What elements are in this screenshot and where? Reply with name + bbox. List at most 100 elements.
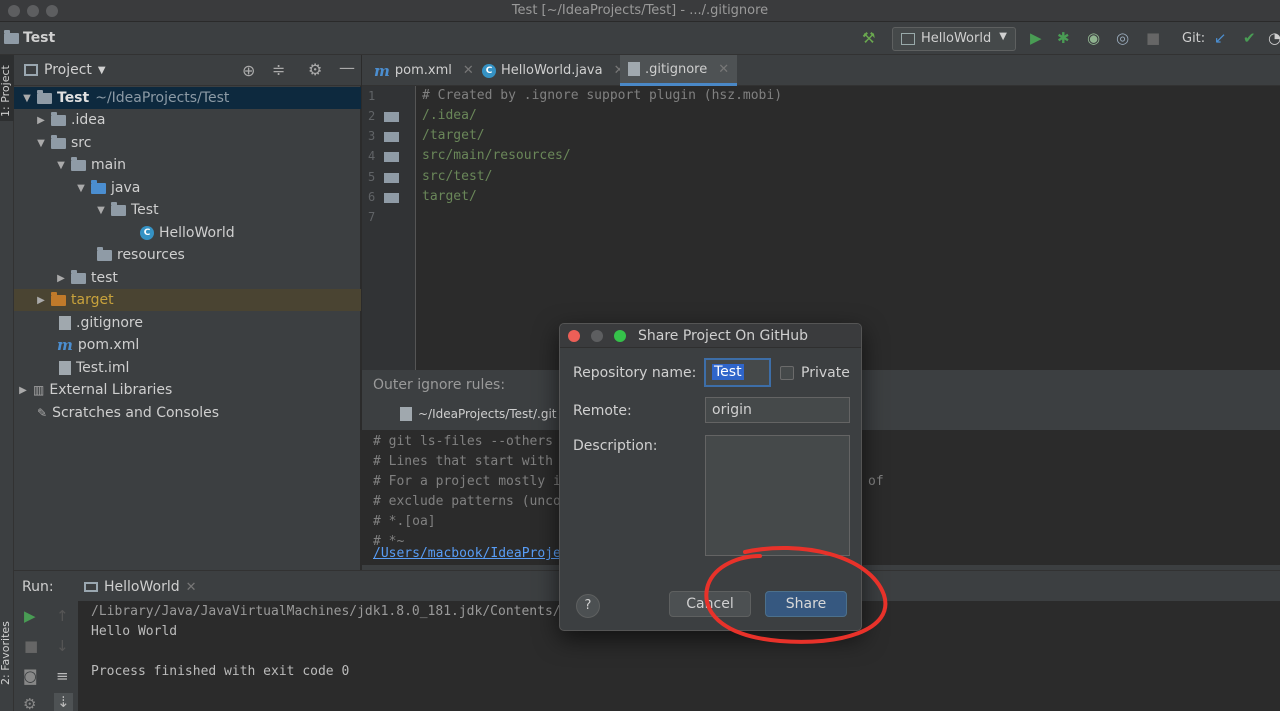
locate-target-icon[interactable]: ⊕: [242, 61, 255, 80]
arrow-up-icon[interactable]: ↑: [56, 607, 69, 625]
outer-ignore-file[interactable]: ~/IdeaProjects/Test/.git: [400, 407, 557, 421]
tree-item-label: main: [91, 157, 126, 173]
repository-name-label: Repository name:: [573, 365, 697, 381]
java-class-icon: C: [482, 63, 496, 78]
project-folder-icon: [4, 29, 19, 44]
stop-icon[interactable]: ■: [1146, 30, 1160, 46]
console-line: Process finished with exit code 0: [91, 664, 350, 679]
run-configuration-select[interactable]: HelloWorld ▼: [892, 27, 1016, 51]
editor-tabs: m pom.xml ✕ C HelloWorld.java ✕ .gitigno…: [362, 55, 1280, 86]
tree-item-resources[interactable]: resources: [14, 244, 361, 266]
arrow-down-icon[interactable]: ↓: [56, 637, 69, 655]
repository-name-input[interactable]: Test: [704, 358, 771, 387]
tree-item-idea[interactable]: ▶ .idea: [14, 109, 361, 131]
outer-ignore-link[interactable]: /Users/macbook/IdeaProje: [373, 546, 561, 561]
scroll-to-end-icon[interactable]: ⇣: [54, 693, 73, 711]
build-hammer-icon[interactable]: ⚒: [862, 30, 875, 46]
tab-label: pom.xml: [394, 63, 452, 78]
tree-item-label: External Libraries: [49, 382, 173, 398]
favorites-tool-tab[interactable]: 2: Favorites: [0, 621, 12, 685]
expand-arrow-icon[interactable]: ▶: [34, 295, 48, 306]
console-line: Hello World: [91, 624, 178, 639]
tab-gitignore[interactable]: .gitignore ✕: [620, 55, 738, 86]
tree-item-test[interactable]: ▶ test: [14, 267, 361, 289]
coverage-icon[interactable]: ◉: [1087, 30, 1100, 46]
dialog-close-button[interactable]: [568, 330, 580, 342]
code-line: # Created by .ignore support plugin (hsz…: [422, 88, 783, 103]
close-icon[interactable]: ✕: [186, 580, 197, 595]
maven-icon: m: [374, 61, 390, 80]
cancel-button[interactable]: Cancel: [669, 591, 751, 617]
stop-icon[interactable]: ■: [24, 637, 38, 655]
libraries-icon: ▥: [33, 383, 45, 397]
tree-item-label: target: [71, 292, 114, 308]
dialog-title: Share Project On GitHub: [638, 328, 809, 344]
hide-panel-icon[interactable]: —: [339, 58, 355, 77]
profile-icon[interactable]: ◎: [1116, 30, 1129, 46]
gitignore-file-icon: [628, 62, 640, 76]
tree-item-pom[interactable]: m pom.xml: [14, 334, 361, 356]
gear-icon[interactable]: ⚙: [308, 60, 322, 79]
remote-input[interactable]: origin: [705, 397, 850, 423]
tree-item-package-test[interactable]: ▼ Test: [14, 199, 361, 221]
share-button[interactable]: Share: [765, 591, 847, 617]
debug-bug-icon[interactable]: ✱: [1057, 30, 1070, 46]
expand-arrow-icon[interactable]: ▼: [54, 160, 68, 171]
description-textarea[interactable]: [705, 435, 850, 556]
tree-item-iml[interactable]: Test.iml: [14, 357, 361, 379]
code-line-overflow: of: [868, 474, 884, 489]
tab-helloworld-java[interactable]: C HelloWorld.java ✕: [474, 55, 632, 86]
tree-item-target[interactable]: ▶ target: [14, 289, 361, 311]
expand-arrow-icon[interactable]: ▼: [20, 93, 34, 104]
tree-item-external-libraries[interactable]: ▶ ▥ External Libraries: [14, 379, 361, 401]
gitignore-file-icon: [59, 316, 71, 330]
git-update-icon[interactable]: ↙: [1214, 30, 1227, 46]
code-line: target/: [422, 189, 477, 204]
close-icon[interactable]: ✕: [718, 62, 729, 77]
help-button[interactable]: ?: [576, 594, 600, 618]
project-view-selector[interactable]: Project ▼: [24, 62, 106, 78]
code-line: # *.[oa]: [373, 514, 436, 529]
tree-item-scratches[interactable]: ✎ Scratches and Consoles: [14, 402, 361, 424]
share-github-dialog: Share Project On GitHub Repository name:…: [559, 323, 862, 631]
navigation-toolbar: Test ⚒ HelloWorld ▼ ▶ ✱ ◉ ◎ ■ Git: ↙ ✔ ◔: [0, 22, 1280, 55]
folder-marker-icon: [384, 152, 399, 162]
git-commit-check-icon[interactable]: ✔: [1243, 30, 1256, 46]
git-history-icon[interactable]: ◔: [1268, 30, 1280, 46]
expand-arrow-icon[interactable]: ▶: [54, 273, 68, 284]
tree-item-java[interactable]: ▼ java: [14, 177, 361, 199]
close-icon[interactable]: ✕: [463, 63, 474, 78]
dialog-minimize-button[interactable]: [591, 330, 603, 342]
maven-icon: m: [57, 336, 73, 354]
project-tool-tab[interactable]: 1: Project: [0, 65, 12, 117]
run-tab-label: HelloWorld: [104, 579, 180, 595]
expand-arrow-icon[interactable]: ▼: [74, 183, 88, 194]
tree-item-src[interactable]: ▼ src: [14, 132, 361, 154]
tree-item-gitignore[interactable]: .gitignore: [14, 312, 361, 334]
tree-item-main[interactable]: ▼ main: [14, 154, 361, 176]
run-tab-helloworld[interactable]: HelloWorld ✕: [84, 579, 197, 595]
rerun-icon[interactable]: ▶: [24, 607, 36, 625]
camera-icon[interactable]: ◙: [23, 667, 38, 685]
collapse-all-icon[interactable]: ≑: [272, 60, 285, 79]
expand-arrow-icon[interactable]: ▼: [34, 138, 48, 149]
soft-wrap-icon[interactable]: ≡: [56, 667, 69, 685]
tree-item-path: ~/IdeaProjects/Test: [95, 90, 230, 106]
window-titlebar: Test [~/IdeaProjects/Test] - .../.gitign…: [0, 0, 1280, 22]
code-line: /.idea/: [422, 108, 477, 123]
gear-icon[interactable]: ⚙: [23, 695, 36, 711]
tab-pom-xml[interactable]: m pom.xml ✕: [366, 55, 482, 86]
tree-item-root[interactable]: ▼ Test ~/IdeaProjects/Test: [14, 87, 361, 109]
private-checkbox[interactable]: [780, 366, 794, 380]
resources-folder-icon: [97, 246, 112, 261]
expand-arrow-icon[interactable]: ▶: [16, 385, 30, 396]
dialog-maximize-button[interactable]: [614, 330, 626, 342]
project-tree: ▼ Test ~/IdeaProjects/Test ▶ .idea ▼ src…: [14, 86, 361, 570]
expand-arrow-icon[interactable]: ▼: [94, 205, 108, 216]
code-line: # Lines that start with: [373, 454, 554, 469]
breadcrumb[interactable]: Test: [4, 29, 55, 46]
expand-arrow-icon[interactable]: ▶: [34, 115, 48, 126]
tree-item-helloworld[interactable]: C HelloWorld: [14, 222, 361, 244]
folder-icon: [71, 269, 86, 284]
run-icon[interactable]: ▶: [1030, 30, 1042, 46]
